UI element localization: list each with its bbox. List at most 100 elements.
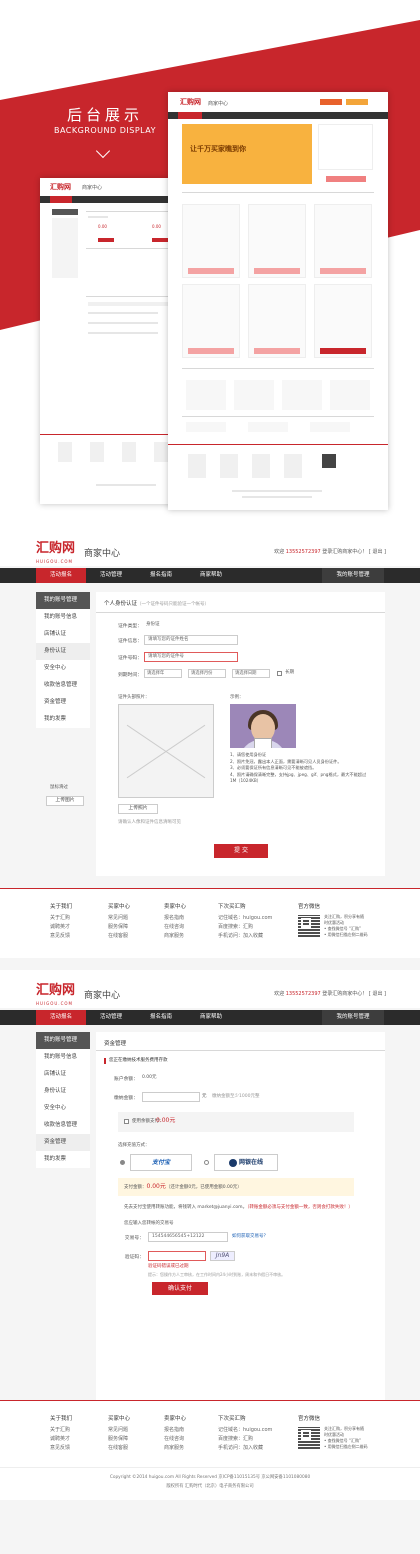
footer-link[interactable]: 意见反馈 — [50, 932, 72, 941]
nav-activity-manage[interactable]: 活动管理 — [86, 1010, 136, 1025]
nav-merchant-help[interactable]: 商家帮助 — [186, 1010, 236, 1025]
year-select[interactable]: 请选择年 — [144, 669, 182, 678]
footer-link[interactable]: 报名指南 — [164, 914, 186, 923]
unionpay-radio[interactable] — [204, 1160, 209, 1165]
identity-screen: 汇购网 HUIGOU.COM 商家中心 欢迎 13552572397 登录汇购商家… — [0, 538, 420, 970]
footer-link[interactable]: 意见反馈 — [50, 1444, 72, 1453]
confirm-pay-button[interactable]: 确认支付 — [152, 1282, 208, 1295]
sidebar-item-shop-verify[interactable]: 店铺认证 — [36, 626, 90, 643]
footer-link[interactable]: 在线客服 — [108, 1444, 130, 1453]
center-title: 商家中心 — [84, 549, 121, 559]
footer-link[interactable]: 记住域名：huigou.com — [218, 1426, 272, 1435]
nav-activity-manage[interactable]: 活动管理 — [86, 568, 136, 583]
nav-account[interactable]: 我的账号管理 — [322, 1010, 384, 1025]
nav-activity-signup[interactable]: 活动报名 — [36, 1010, 86, 1025]
id-name-input[interactable]: 请填写您的证件姓名 — [144, 635, 238, 645]
submit-button[interactable]: 提 交 — [214, 844, 268, 858]
pay-label: 缴纳金额： — [114, 1096, 138, 1101]
pay-hint: 缴纳金额至少1000元整 — [212, 1094, 260, 1099]
footer-col-wechat: 官方微信 — [298, 904, 321, 910]
id-number-input[interactable]: 请填写您的证件号 — [144, 652, 238, 662]
captcha-input[interactable] — [148, 1251, 206, 1261]
site-logo[interactable]: 汇购网 HUIGOU.COM — [36, 542, 75, 568]
footer-link[interactable]: 常见问题 — [108, 914, 130, 923]
sidebar-item-identity[interactable]: 身份认证 — [36, 1083, 90, 1100]
nav-merchant-help[interactable]: 商家帮助 — [186, 568, 236, 583]
footer-link[interactable]: 服务保障 — [108, 923, 130, 932]
day-select[interactable]: 请选择日期 — [232, 669, 270, 678]
type-label: 证件类型： — [118, 624, 142, 629]
nav-signup-guide[interactable]: 报名指南 — [136, 568, 186, 583]
hero-section: 后台展示 BACKGROUND DISPLAY 汇购网 商家中心 0.00 0.… — [0, 0, 420, 520]
footer-link[interactable]: 手机访问：加入收藏 — [218, 1444, 272, 1453]
footer-link[interactable]: 服务保障 — [108, 1435, 130, 1444]
sidebar-item-account-info[interactable]: 我的账号信息 — [36, 609, 90, 626]
site-header: 汇购网 HUIGOU.COM 商家中心 欢迎 13552572397 登录汇购商家… — [0, 538, 420, 566]
site-logo[interactable]: 汇购网 HUIGOU.COM — [36, 984, 75, 1010]
sample-label: 示例： — [230, 695, 244, 700]
footer-link[interactable]: 关于汇购 — [50, 914, 72, 923]
nav-signup-guide[interactable]: 报名指南 — [136, 1010, 186, 1025]
footer-link[interactable]: 手机访问：加入收藏 — [218, 932, 272, 941]
wechat-text: 关注汇购，积分享有随 时优惠活动 • 查找微信号 “汇购” • 用微信扫描左侧二维码 — [324, 914, 368, 938]
balance-label: 账户余额： — [114, 1077, 138, 1082]
total-line: 支付金额：0.00元（还计金额0元，已使用金额0.00元） — [124, 1183, 242, 1190]
qr-code-icon — [298, 915, 320, 937]
footer-col-seller: 卖家中心 报名指南 在线咨询 商家服务 — [164, 1416, 187, 1453]
footer-link[interactable]: 在线客服 — [108, 932, 130, 941]
total-value: 0.00元 — [146, 1183, 166, 1190]
funds-panel: 资金管理 您正在缴纳技术服务费用存款 账户余额： 0.00元 缴纳金额： 元 缴… — [96, 1032, 385, 1416]
site-header: 汇购网 HUIGOU.COM 商家中心 欢迎 13552572397 登录汇购商家… — [0, 980, 420, 1008]
sidebar-item-invoice[interactable]: 我的发票 — [36, 1151, 90, 1168]
alipay-radio[interactable] — [120, 1160, 125, 1165]
logout-link[interactable]: [ 退出 ] — [369, 991, 386, 997]
order-label: 您应输入您转帐的交易号 — [124, 1221, 174, 1226]
footer-link[interactable]: 在线咨询 — [164, 923, 186, 932]
footer-link[interactable]: 报名指南 — [164, 1426, 186, 1435]
sidebar-item-funds[interactable]: 资金管理 — [36, 694, 90, 711]
pay-amount-input[interactable] — [142, 1092, 200, 1102]
sidebar-header[interactable]: 我的账号管理 — [36, 592, 90, 609]
footer-col-about: 关于我们 关于汇购 诚聘英才 意见反馈 — [50, 1416, 73, 1453]
footer-link[interactable]: 商家服务 — [164, 932, 186, 941]
alipay-option[interactable]: 支付宝 — [130, 1154, 192, 1171]
month-select[interactable]: 请选择月份 — [188, 669, 226, 678]
captcha-image[interactable]: Jn9A — [210, 1251, 235, 1261]
footer-link[interactable]: 百度搜索：汇购 — [218, 1435, 272, 1444]
sidebar-item-shop-verify[interactable]: 店铺认证 — [36, 1066, 90, 1083]
sidebar-item-payee[interactable]: 收款信息管理 — [36, 677, 90, 694]
footer-link[interactable]: 诚聘英才 — [50, 923, 72, 932]
footer-link[interactable]: 关于汇购 — [50, 1426, 72, 1435]
logout-link[interactable]: [ 退出 ] — [369, 549, 386, 555]
footer-col-seller: 卖家中心 报名指南 在线咨询 商家服务 — [164, 904, 187, 941]
unionpay-option[interactable]: 网银在线 — [214, 1154, 278, 1171]
sidebar-item-funds[interactable]: 资金管理 — [36, 1134, 90, 1151]
footer-col-buyer: 买家中心 常见问题 服务保障 在线客服 — [108, 904, 131, 941]
longterm-checkbox[interactable] — [277, 671, 282, 676]
how-to-get-order-link[interactable]: 如何获取交易号？ — [232, 1233, 268, 1240]
sidebar-item-payee[interactable]: 收款信息管理 — [36, 1117, 90, 1134]
upload-photo-button[interactable]: 上传照片 — [118, 804, 158, 814]
footer-link[interactable]: 记住域名：huigou.com — [218, 914, 272, 923]
use-balance-checkbox[interactable] — [124, 1119, 129, 1124]
footer-link[interactable]: 诚聘英才 — [50, 1435, 72, 1444]
sidebar-item-identity[interactable]: 身份认证 — [36, 643, 90, 660]
footer-link[interactable]: 在线咨询 — [164, 1435, 186, 1444]
footer-link[interactable]: 商家服务 — [164, 1444, 186, 1453]
nav-account[interactable]: 我的账号管理 — [322, 568, 384, 583]
footer-link[interactable]: 常见问题 — [108, 1426, 130, 1435]
sidebar-item-security[interactable]: 安全中心 — [36, 1100, 90, 1117]
sidebar-item-account-info[interactable]: 我的账号信息 — [36, 1049, 90, 1066]
footer-link[interactable]: 百度搜索：汇购 — [218, 923, 272, 932]
method-label: 选择充值方式： — [118, 1143, 150, 1148]
sidebar-item-security[interactable]: 安全中心 — [36, 660, 90, 677]
mockup-front: 汇购网 商家中心 让千万买家瞧到你 — [168, 92, 388, 510]
sidebar-item-invoice[interactable]: 我的发票 — [36, 711, 90, 728]
upload-image-button-left[interactable]: 上传图片 — [46, 796, 84, 806]
sidebar-header[interactable]: 我的账号管理 — [36, 1032, 90, 1049]
nav-activity-signup[interactable]: 活动报名 — [36, 568, 86, 583]
id-label: 证件信息： — [118, 639, 142, 644]
order-number-input[interactable]: 154544656545+12122 — [148, 1232, 228, 1242]
photo-upload-area[interactable] — [118, 704, 214, 798]
photo-label: 证件头部照片： — [118, 695, 150, 700]
